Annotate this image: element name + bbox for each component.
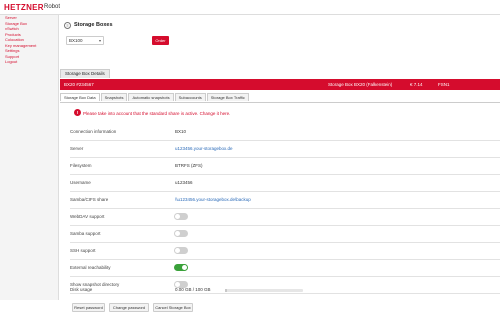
row-disk-usage: Disk usage 0.00 GB / 100 GB	[70, 281, 500, 298]
row-username: Username u123456	[70, 174, 500, 192]
row-samba: Samba support	[70, 225, 500, 243]
info-message[interactable]: Please take into account that the standa…	[83, 111, 230, 116]
row-label: WebDAV support	[70, 214, 105, 219]
info-icon: !	[74, 109, 81, 116]
section-tab[interactable]: Storage Box Details	[60, 69, 110, 78]
cancel-storage-box-button[interactable]: Cancel Storage Box	[153, 303, 193, 312]
reset-password-button[interactable]: Reset password	[72, 303, 105, 312]
tab-automatic-snapshots[interactable]: Automatic snapshots	[128, 93, 174, 101]
row-label: Samba support	[70, 231, 101, 236]
row-filesystem: Filesystem BTRFS (ZFS)	[70, 157, 500, 175]
product-select[interactable]: BX100 ▾	[66, 36, 104, 45]
row-label: Disk usage	[70, 287, 93, 292]
disk-usage-fill	[225, 289, 227, 292]
samba-toggle[interactable]	[174, 230, 188, 237]
row-connection-info: Connection information BX10	[70, 123, 500, 141]
row-ssh: SSH support	[70, 242, 500, 260]
row-webdav: WebDAV support	[70, 208, 500, 226]
row-samba-share: Samba/CIFS share \\u123456.your-storageb…	[70, 191, 500, 209]
row-value: u123456	[175, 180, 193, 185]
row-server: Server u123456.your-storagebox.de	[70, 140, 500, 158]
detail-tabs: Storage Box Data Snapshots Automatic sna…	[60, 93, 500, 103]
main-content: ≡ Storage Boxes BX100 ▾ Order Storage Bo…	[60, 15, 500, 312]
sidebar: Server Storage Box vSwitch Products Colo…	[0, 15, 59, 300]
hetzner-logo[interactable]: HETZNER	[4, 3, 44, 12]
tab-subaccounts[interactable]: Subaccounts	[174, 93, 206, 101]
row-label: External reachability	[70, 265, 111, 270]
order-button[interactable]: Order	[152, 36, 169, 45]
row-label: Connection information	[70, 129, 117, 134]
row-value: BTRFS (ZFS)	[175, 163, 203, 168]
chevron-down-icon: ▾	[98, 38, 101, 43]
row-label: Username	[70, 180, 91, 185]
storage-box-price: € 7.14	[410, 82, 423, 87]
tab-traffic[interactable]: Storage Box Traffic	[206, 93, 249, 101]
sidebar-item-logout[interactable]: Logout	[0, 59, 58, 65]
row-label: Samba/CIFS share	[70, 197, 109, 202]
tab-snapshots[interactable]: Snapshots	[100, 93, 128, 101]
row-label: SSH support	[70, 248, 96, 253]
storage-box-header[interactable]: BX20 #234567 Storage Box BX20 (Falkenste…	[60, 79, 500, 90]
samba-share-link[interactable]: \\u123456.your-storagebox.de\backup	[175, 197, 251, 202]
row-external-reachability: External reachability	[70, 259, 500, 277]
product-select-value: BX100	[69, 38, 83, 43]
row-label: Filesystem	[70, 163, 92, 168]
storage-box-id: BX20 #234567	[64, 82, 94, 87]
storage-box-product: Storage Box BX20 (Falkenstein)	[328, 82, 393, 87]
server-link[interactable]: u123456.your-storagebox.de	[175, 146, 233, 151]
row-label: Server	[70, 146, 84, 151]
storage-box-location: FSN1	[438, 82, 450, 87]
ssh-toggle[interactable]	[174, 247, 188, 254]
disk-usage-value: 0.00 GB / 100 GB	[175, 287, 211, 292]
page-title: Storage Boxes	[74, 22, 113, 28]
top-bar: HETZNER Robot	[0, 0, 500, 15]
app-subtitle: Robot	[44, 4, 61, 10]
storage-icon: ≡	[64, 22, 71, 29]
webdav-toggle[interactable]	[174, 213, 188, 220]
external-reachability-toggle[interactable]	[174, 264, 188, 271]
tab-storage-box-data[interactable]: Storage Box Data	[60, 93, 100, 101]
row-value: BX10	[175, 129, 187, 134]
change-password-button[interactable]: Change password	[109, 303, 149, 312]
disk-usage-bar	[225, 289, 303, 292]
